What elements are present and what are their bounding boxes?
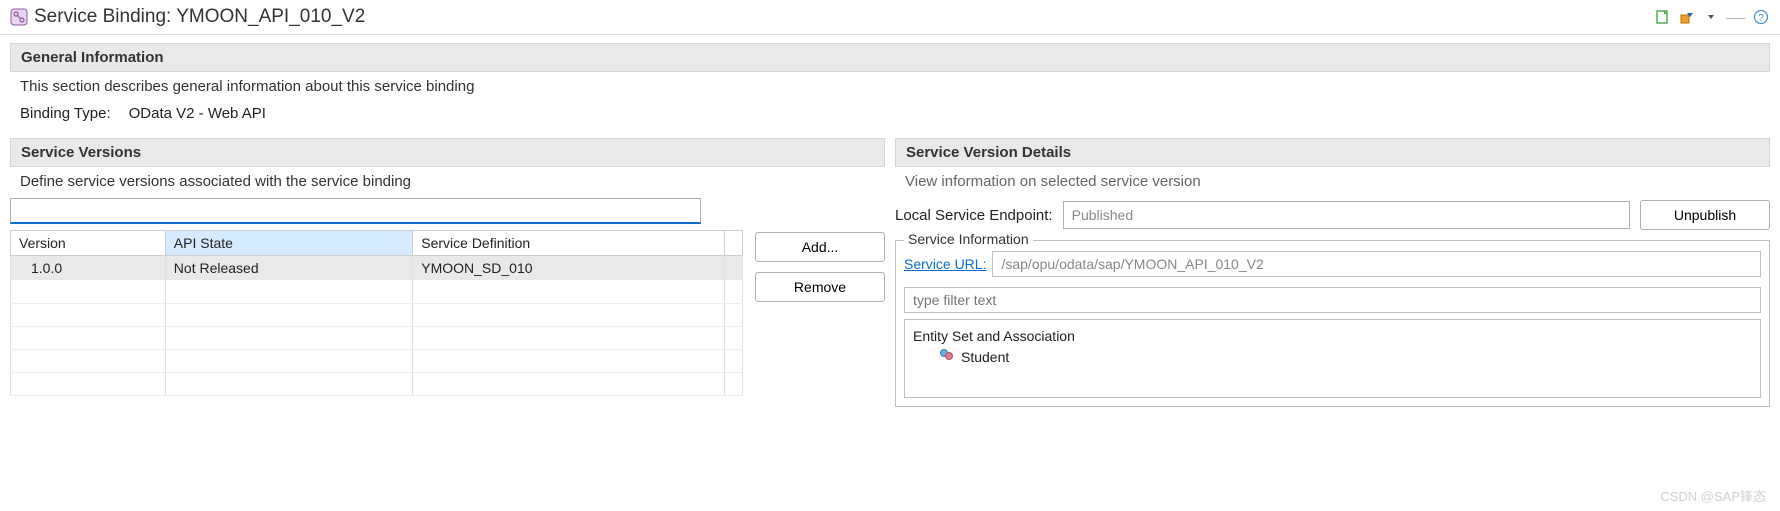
col-version[interactable]: Version xyxy=(11,231,166,256)
binding-type-label: Binding Type: xyxy=(20,105,111,122)
general-info-desc: This section describes general informati… xyxy=(10,72,1770,99)
watermark: CSDN @SAP锋态 xyxy=(1660,486,1766,505)
service-versions-desc: Define service versions associated with … xyxy=(10,167,885,194)
col-spacer xyxy=(725,231,743,256)
versions-table[interactable]: Version API State Service Definition 1.0… xyxy=(10,230,743,396)
entity-tree[interactable]: Entity Set and Association Student xyxy=(904,319,1761,398)
col-api-state[interactable]: API State xyxy=(165,231,412,256)
service-url-value xyxy=(992,251,1761,277)
endpoint-label: Local Service Endpoint: xyxy=(895,207,1053,224)
cell-service-def: YMOON_SD_010 xyxy=(413,256,725,281)
endpoint-value xyxy=(1063,201,1630,229)
service-url-link[interactable]: Service URL: xyxy=(904,256,986,272)
col-service-def[interactable]: Service Definition xyxy=(413,231,725,256)
remove-button[interactable]: Remove xyxy=(755,272,885,302)
entity-icon xyxy=(939,348,955,365)
separator-icon: ⸺ xyxy=(1726,9,1746,26)
table-row[interactable]: 1.0.0 Not Released YMOON_SD_010 xyxy=(11,256,743,281)
dropdown-arrow-icon[interactable] xyxy=(1702,8,1720,26)
service-versions-header: Service Versions xyxy=(10,138,885,167)
cell-version: 1.0.0 xyxy=(11,256,166,281)
add-button[interactable]: Add... xyxy=(755,232,885,262)
service-binding-icon xyxy=(10,8,28,26)
tree-item-label: Student xyxy=(961,349,1009,365)
tree-item-student[interactable]: Student xyxy=(913,346,1752,367)
cell-api-state: Not Released xyxy=(165,256,412,281)
details-header: Service Version Details xyxy=(895,138,1770,167)
general-info-header: General Information xyxy=(10,43,1770,72)
details-desc: View information on selected service ver… xyxy=(895,167,1770,194)
service-info-legend: Service Information xyxy=(904,231,1033,247)
binding-type-value: OData V2 - Web API xyxy=(129,105,266,122)
page-title: Service Binding: YMOON_API_010_V2 xyxy=(34,6,1654,28)
help-icon[interactable]: ? xyxy=(1752,8,1770,26)
unpublish-button[interactable]: Unpublish xyxy=(1640,200,1770,230)
link-icon[interactable] xyxy=(1678,8,1696,26)
tree-root-label[interactable]: Entity Set and Association xyxy=(913,326,1752,346)
versions-filter-input[interactable] xyxy=(10,198,701,224)
new-icon[interactable] xyxy=(1654,8,1672,26)
tree-filter-input[interactable] xyxy=(904,287,1761,313)
svg-text:?: ? xyxy=(1758,13,1764,24)
